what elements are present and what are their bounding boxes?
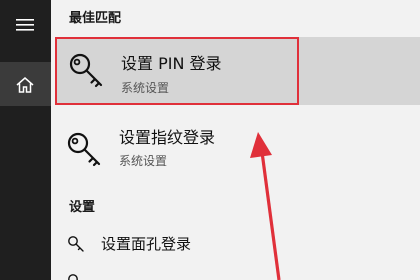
search-results-window: 最佳匹配 设置 PIN 登录 系统设置 设置指纹登录 系统设置 设置 设置面孔登… — [0, 0, 420, 280]
best-match-header: 最佳匹配 — [69, 11, 122, 26]
selected-result-highlight — [299, 37, 420, 105]
hamburger-icon — [16, 19, 34, 31]
home-icon — [16, 77, 34, 93]
key-icon — [68, 236, 84, 252]
key-icon — [68, 274, 78, 280]
result-set-pin-login[interactable]: 设置 PIN 登录 系统设置 — [55, 37, 299, 105]
result-set-fingerprint-login[interactable]: 设置指纹登录 系统设置 — [55, 118, 420, 178]
list-item-set-face-login[interactable]: 设置面孔登录 — [63, 230, 363, 256]
settings-header: 设置 — [69, 200, 96, 215]
result-title: 设置 PIN 登录 — [121, 54, 222, 73]
list-item-partial[interactable] — [63, 268, 363, 280]
list-item-label: 设置面孔登录 — [101, 235, 192, 253]
results-panel: 最佳匹配 设置 PIN 登录 系统设置 设置指纹登录 系统设置 设置 设置面孔登… — [51, 0, 420, 280]
key-icon — [69, 53, 103, 88]
result-title: 设置指纹登录 — [119, 128, 216, 147]
result-subtitle: 系统设置 — [119, 154, 168, 168]
key-icon — [67, 132, 101, 167]
result-subtitle: 系统设置 — [121, 81, 170, 95]
left-rail — [0, 0, 51, 280]
menu-button[interactable] — [0, 2, 51, 49]
home-button[interactable] — [0, 62, 51, 106]
